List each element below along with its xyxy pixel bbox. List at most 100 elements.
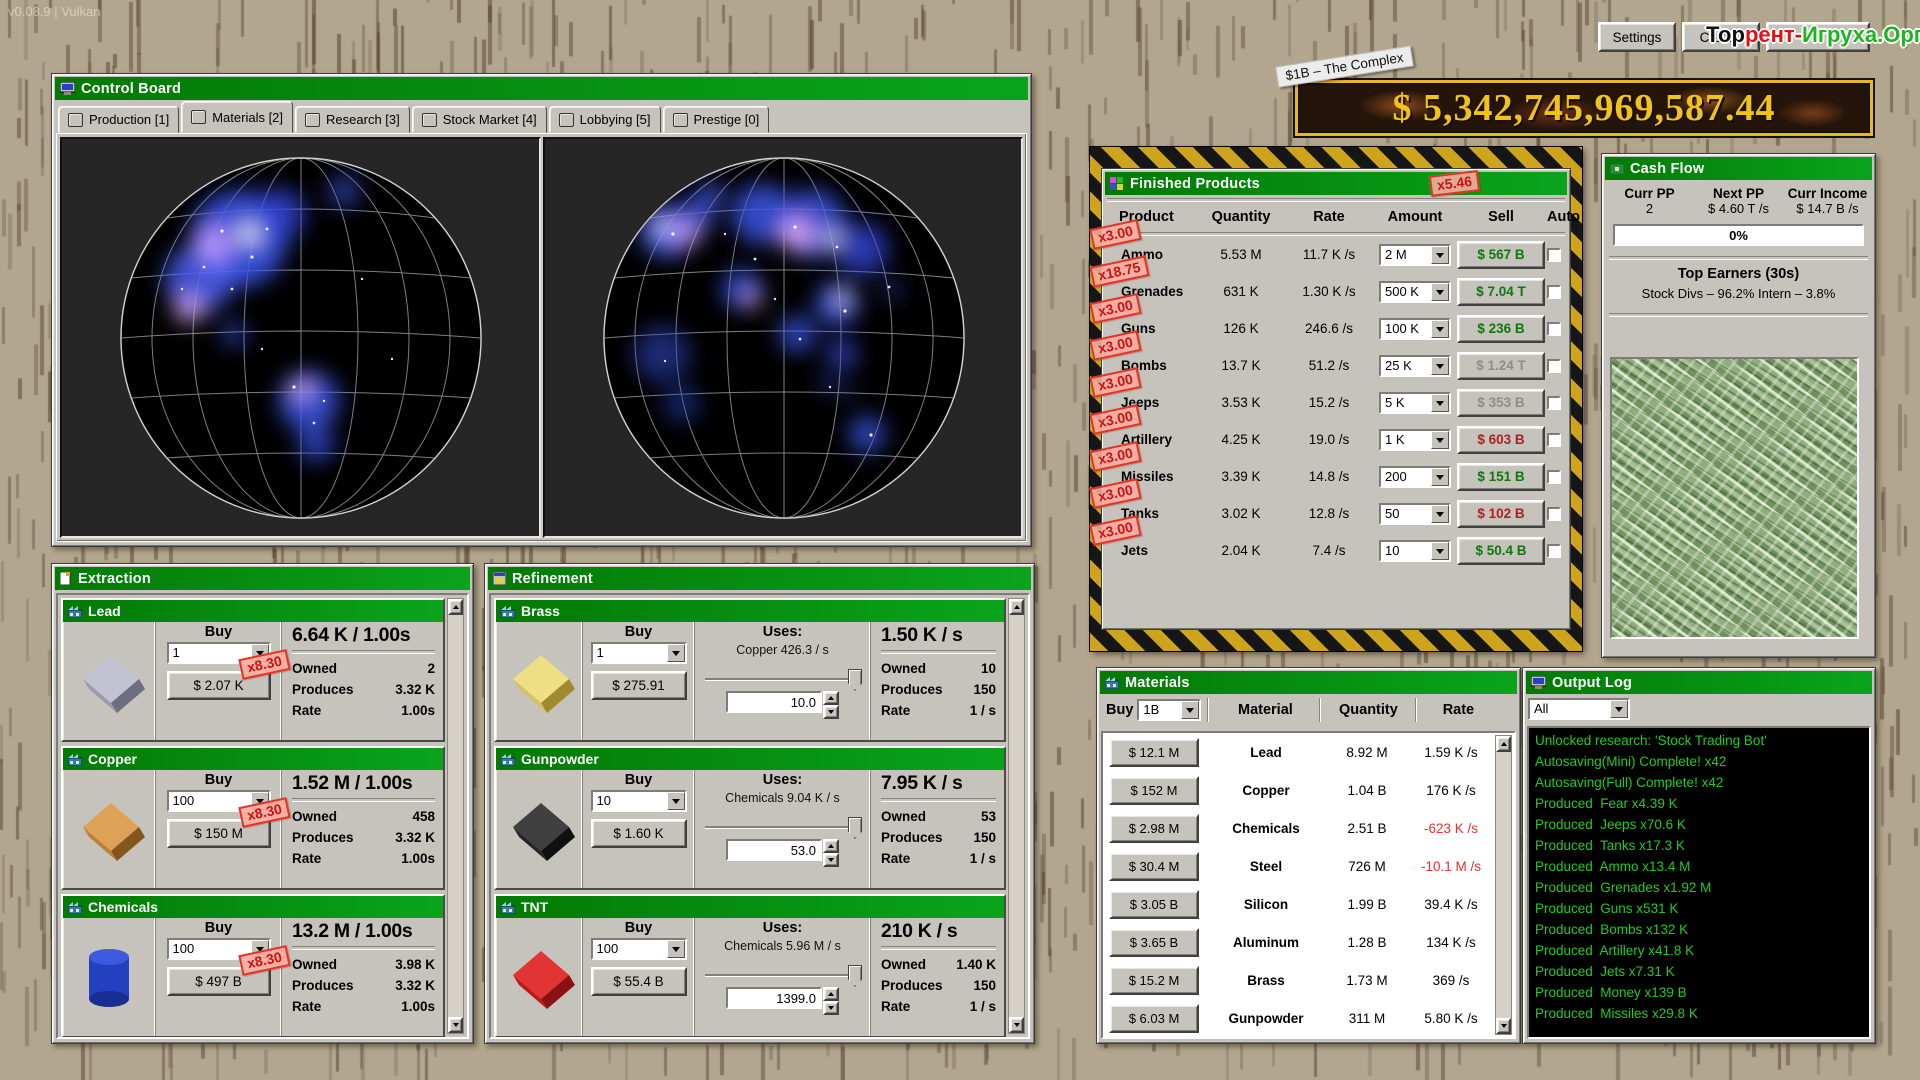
- auto-sell-checkbox[interactable]: [1547, 470, 1561, 484]
- sell-button[interactable]: $ 102 B: [1457, 500, 1545, 528]
- uses-spinner[interactable]: 1399.0: [726, 987, 839, 1009]
- amount-dropdown[interactable]: 2 M: [1379, 244, 1451, 266]
- scroll-down-icon[interactable]: [448, 1017, 463, 1033]
- spin-down-icon[interactable]: [823, 1001, 839, 1015]
- amount-dropdown[interactable]: 200: [1379, 466, 1451, 488]
- slider-thumb[interactable]: [848, 669, 862, 691]
- buy-price-button[interactable]: $ 275.91: [591, 671, 687, 700]
- scroll-up-icon[interactable]: [1496, 736, 1511, 752]
- dropdown-arrow-icon[interactable]: [667, 940, 685, 958]
- tab[interactable]: Lobbying [5]: [549, 106, 661, 133]
- dropdown-arrow-icon[interactable]: [667, 644, 685, 662]
- sell-button[interactable]: $ 7.04 T: [1457, 278, 1545, 306]
- settings-button[interactable]: Settings: [1598, 22, 1676, 52]
- control-board-titlebar[interactable]: Control Board: [55, 77, 1028, 100]
- scroll-down-icon[interactable]: [1009, 1017, 1024, 1033]
- extraction-scrollbar[interactable]: [447, 598, 464, 1034]
- buy-amount-dropdown[interactable]: 1: [591, 642, 687, 664]
- sell-button[interactable]: $ 603 B: [1457, 426, 1545, 454]
- auto-sell-checkbox[interactable]: [1547, 544, 1561, 558]
- tab[interactable]: Research [3]: [295, 106, 410, 133]
- tab[interactable]: Prestige [0]: [663, 106, 770, 133]
- dropdown-arrow-icon[interactable]: [1431, 431, 1449, 449]
- dropdown-arrow-icon[interactable]: [667, 792, 685, 810]
- dropdown-arrow-icon[interactable]: [1431, 320, 1449, 338]
- sell-button[interactable]: $ 151 B: [1457, 463, 1545, 491]
- auto-sell-checkbox[interactable]: [1547, 433, 1561, 447]
- materials-scrollbar[interactable]: [1495, 735, 1512, 1035]
- amount-dropdown[interactable]: 10: [1379, 540, 1451, 562]
- buy-material-button[interactable]: $ 30.4 M: [1109, 852, 1199, 881]
- sell-button[interactable]: $ 567 B: [1457, 241, 1545, 269]
- uses-spinner[interactable]: 10.0: [726, 691, 839, 713]
- extraction-titlebar[interactable]: Extraction: [55, 567, 470, 590]
- spinner-value[interactable]: 1399.0: [726, 987, 822, 1009]
- auto-sell-checkbox[interactable]: [1547, 396, 1561, 410]
- spin-down-icon[interactable]: [823, 853, 839, 867]
- scroll-up-icon[interactable]: [1009, 599, 1024, 615]
- buy-material-button[interactable]: $ 152 M: [1109, 776, 1199, 805]
- buy-amount-dropdown[interactable]: 100: [591, 938, 687, 960]
- spin-up-icon[interactable]: [823, 691, 839, 705]
- sell-button[interactable]: $ 50.4 B: [1457, 537, 1545, 565]
- auto-sell-checkbox[interactable]: [1547, 285, 1561, 299]
- spin-up-icon[interactable]: [823, 987, 839, 1001]
- amount-dropdown[interactable]: 25 K: [1379, 355, 1451, 377]
- dropdown-arrow-icon[interactable]: [1181, 701, 1199, 719]
- sell-button[interactable]: $ 236 B: [1457, 315, 1545, 343]
- materials-titlebar[interactable]: Materials: [1100, 671, 1517, 694]
- log-console[interactable]: Unlocked research: 'Stock Trading Bot'Au…: [1527, 726, 1871, 1039]
- uses-spinner[interactable]: 53.0: [726, 839, 839, 861]
- amount-dropdown[interactable]: 100 K: [1379, 318, 1451, 340]
- sell-button[interactable]: $ 1.24 T: [1457, 352, 1545, 380]
- scroll-down-icon[interactable]: [1496, 1018, 1511, 1034]
- refinement-titlebar[interactable]: Refinement: [488, 567, 1031, 590]
- buy-material-button[interactable]: $ 15.2 M: [1109, 966, 1199, 995]
- auto-sell-checkbox[interactable]: [1547, 507, 1561, 521]
- uses-slider[interactable]: [703, 817, 862, 837]
- amount-dropdown[interactable]: 1 K: [1379, 429, 1451, 451]
- dropdown-arrow-icon[interactable]: [1431, 357, 1449, 375]
- cash-flow-titlebar[interactable]: Cash Flow: [1605, 157, 1872, 180]
- buy-amount-dropdown[interactable]: 1B: [1137, 699, 1201, 721]
- dropdown-arrow-icon[interactable]: [1431, 542, 1449, 560]
- finished-products-titlebar[interactable]: Finished Products: [1105, 172, 1567, 195]
- buy-material-button[interactable]: $ 6.03 M: [1109, 1004, 1199, 1033]
- amount-dropdown[interactable]: 500 K: [1379, 281, 1451, 303]
- sell-button[interactable]: $ 353 B: [1457, 389, 1545, 417]
- scroll-up-icon[interactable]: [448, 599, 463, 615]
- buy-material-button[interactable]: $ 3.05 B: [1109, 890, 1199, 919]
- output-log-titlebar[interactable]: Output Log: [1526, 671, 1872, 694]
- tab[interactable]: Production [1]: [58, 106, 179, 133]
- buy-material-button[interactable]: $ 3.65 B: [1109, 928, 1199, 957]
- tab[interactable]: Materials [2]: [181, 101, 293, 133]
- dropdown-arrow-icon[interactable]: [1610, 700, 1628, 718]
- uses-slider[interactable]: [703, 669, 862, 689]
- uses-slider[interactable]: [703, 965, 862, 985]
- output-rate: 210 K / s: [881, 920, 996, 943]
- tab[interactable]: Stock Market [4]: [412, 106, 547, 133]
- spinner-value[interactable]: 10.0: [726, 691, 822, 713]
- buy-price-button[interactable]: $ 55.4 B: [591, 967, 687, 996]
- log-filter-dropdown[interactable]: All: [1528, 698, 1630, 720]
- slider-thumb[interactable]: [848, 817, 862, 839]
- buy-amount-dropdown[interactable]: 10: [591, 790, 687, 812]
- auto-sell-checkbox[interactable]: [1547, 322, 1561, 336]
- refinement-scrollbar[interactable]: [1008, 598, 1025, 1034]
- auto-sell-checkbox[interactable]: [1547, 359, 1561, 373]
- dropdown-arrow-icon[interactable]: [1431, 283, 1449, 301]
- spinner-value[interactable]: 53.0: [726, 839, 822, 861]
- buy-material-button[interactable]: $ 12.1 M: [1109, 738, 1199, 767]
- amount-dropdown[interactable]: 50: [1379, 503, 1451, 525]
- buy-material-button[interactable]: $ 2.98 M: [1109, 814, 1199, 843]
- spin-down-icon[interactable]: [823, 705, 839, 719]
- spin-up-icon[interactable]: [823, 839, 839, 853]
- dropdown-arrow-icon[interactable]: [1431, 394, 1449, 412]
- dropdown-arrow-icon[interactable]: [1431, 246, 1449, 264]
- buy-price-button[interactable]: $ 1.60 K: [591, 819, 687, 848]
- dropdown-arrow-icon[interactable]: [1431, 468, 1449, 486]
- slider-thumb[interactable]: [848, 965, 862, 987]
- auto-sell-checkbox[interactable]: [1547, 248, 1561, 262]
- dropdown-arrow-icon[interactable]: [1431, 505, 1449, 523]
- amount-dropdown[interactable]: 5 K: [1379, 392, 1451, 414]
